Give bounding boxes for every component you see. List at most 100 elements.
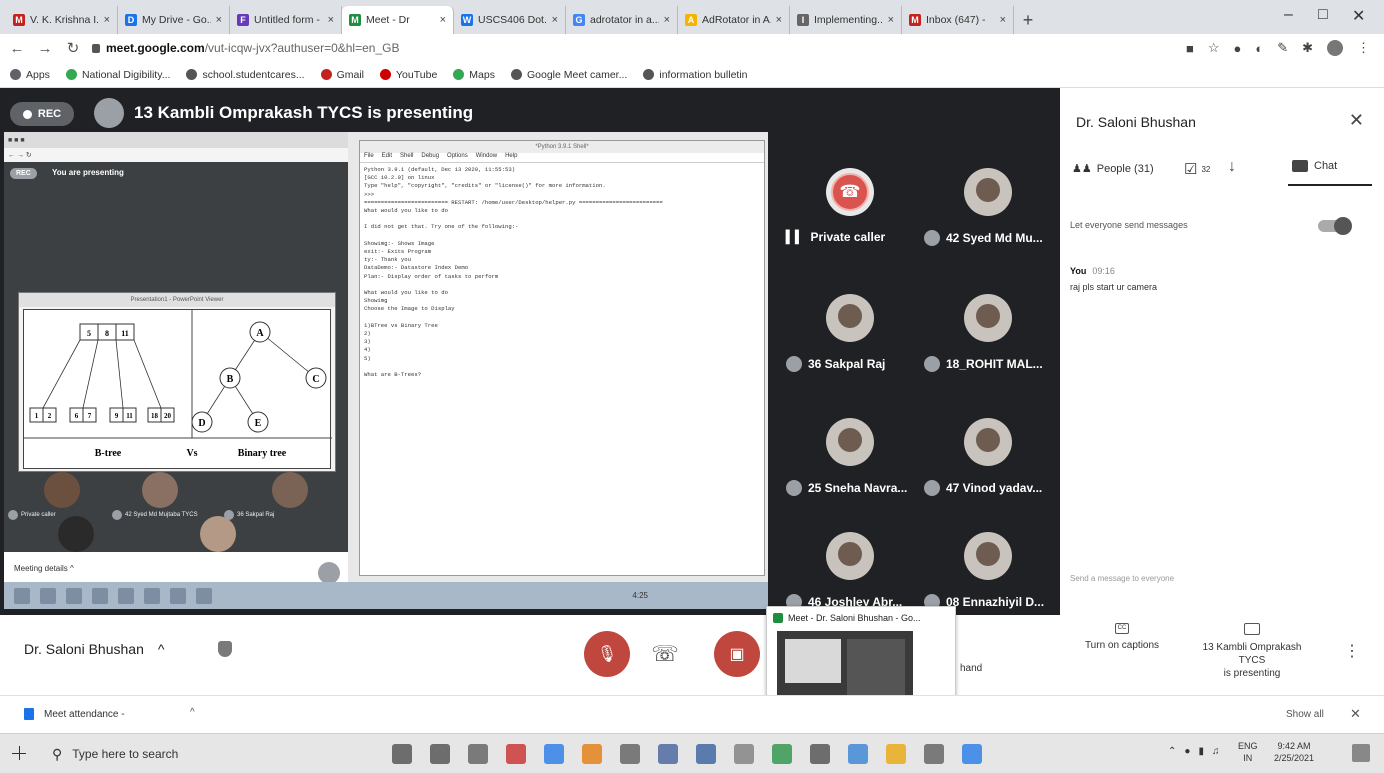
download-arrow-icon[interactable]: ↓ — [1228, 158, 1236, 176]
participant-tile[interactable]: 25 Sneha Navra... — [786, 418, 914, 500]
taskbar-app-icon[interactable] — [582, 744, 602, 764]
taskbar-app-icon[interactable] — [468, 744, 488, 764]
minimize-window-button[interactable]: – — [1284, 6, 1293, 24]
browser-tab[interactable]: D My Drive - Go... × — [118, 6, 230, 34]
tab-people[interactable]: ♟♟ People (31) — [1072, 162, 1154, 176]
download-item[interactable]: Meet attendance - — [24, 708, 125, 720]
taskbar-clock[interactable]: 9:42 AM 2/25/2021 — [1274, 740, 1314, 764]
download-options-chevron-icon[interactable]: ^ — [190, 707, 195, 718]
browser-tab[interactable]: A AdRotator in A... × — [678, 6, 790, 34]
bookmark-item[interactable]: Google Meet camer... — [510, 69, 627, 81]
participant-tile[interactable]: 42 Syed Md Mu... — [924, 168, 1052, 250]
taskbar-app-icon[interactable] — [734, 744, 754, 764]
microphone-toggle-button[interactable]: 🎙 — [584, 631, 630, 677]
close-shelf-button[interactable]: ✕ — [1350, 706, 1361, 722]
browser-tab[interactable]: W USCS406 Dot... × — [454, 6, 566, 34]
taskbar-app-icon[interactable] — [506, 744, 526, 764]
url-path: /vut-icqw-jvx?authuser=0&hl=en_GB — [204, 41, 400, 55]
browser-tab[interactable]: M V. K. Krishna I... × — [6, 6, 118, 34]
close-tab-icon[interactable]: × — [888, 14, 894, 26]
participant-tile[interactable]: 18_ROHIT MAL... — [924, 294, 1052, 376]
bookmark-item[interactable]: Gmail — [320, 69, 364, 81]
tray-chevron-icon[interactable]: ⌃ — [1168, 746, 1176, 757]
taskbar-app-icon[interactable] — [620, 744, 640, 764]
close-panel-button[interactable]: ✕ — [1349, 110, 1364, 131]
participant-tile[interactable]: 47 Vinod yadav... — [924, 418, 1052, 500]
browser-tab[interactable]: I Implementing... × — [790, 6, 902, 34]
language-indicator[interactable]: ENG IN — [1238, 740, 1258, 764]
leave-call-button[interactable]: ☏ — [648, 639, 682, 669]
meeting-details-button[interactable]: Dr. Saloni Bhushan ^ — [24, 641, 164, 657]
browser-tab[interactable]: F Untitled form - × — [230, 6, 342, 34]
bookmark-item[interactable]: YouTube — [380, 69, 437, 81]
close-tab-icon[interactable]: × — [776, 14, 782, 26]
taskbar-app-icon[interactable] — [772, 744, 792, 764]
close-tab-icon[interactable]: × — [104, 14, 110, 26]
taskbar-app-icon[interactable] — [696, 744, 716, 764]
participant-name-row: 18_ROHIT MAL... — [924, 356, 1060, 372]
puzzle-icon[interactable]: ✱ — [1302, 40, 1313, 56]
close-tab-icon[interactable]: × — [216, 14, 222, 26]
chat-input[interactable]: Send a message to everyone — [1070, 574, 1174, 583]
extension-icon[interactable]: ◐ — [1255, 41, 1263, 56]
windows-start-icon[interactable] — [12, 746, 26, 760]
volume-icon[interactable]: ♫ — [1212, 746, 1220, 757]
camera-icon[interactable]: ■ — [1186, 41, 1194, 56]
browser-tab[interactable]: M Inbox (647) - × — [902, 6, 1014, 34]
bookmark-item[interactable]: Maps — [453, 69, 495, 81]
show-all-downloads-link[interactable]: Show all — [1286, 709, 1324, 720]
browser-menu-icon[interactable]: ⋮ — [1357, 40, 1370, 56]
bookmark-item[interactable]: school.studentcares... — [186, 69, 305, 81]
participant-tile[interactable]: 36 Sakpal Raj — [786, 294, 914, 376]
taskbar-app-icon[interactable] — [544, 744, 564, 764]
taskbar-search-box[interactable]: ⚲ Type here to search — [38, 738, 338, 770]
forward-button[interactable]: → — [36, 40, 54, 57]
close-tab-icon[interactable]: × — [1000, 14, 1006, 26]
bookmark-item[interactable]: National Digibility... — [65, 69, 170, 81]
participant-tile[interactable]: 46 Joshley Abr... — [786, 532, 914, 614]
taskbar-app-icon[interactable] — [962, 744, 982, 764]
battery-icon[interactable]: ▮ — [1198, 746, 1204, 757]
network-icon[interactable]: ● — [1184, 746, 1190, 757]
tab-title: Untitled form - — [254, 14, 320, 26]
close-tab-icon[interactable]: × — [552, 14, 558, 26]
bookmark-item[interactable]: Apps — [10, 69, 50, 81]
pen-extension-icon[interactable]: ✎ — [1277, 40, 1288, 56]
participant-tile[interactable]: ☎ ▍▍ Private caller — [786, 168, 914, 250]
taskbar-app-icon[interactable] — [886, 744, 906, 764]
raise-hand-button[interactable]: hand — [960, 663, 982, 674]
captions-button[interactable]: CC Turn on captions — [1072, 623, 1172, 651]
new-tab-button[interactable]: + — [1014, 6, 1042, 34]
presenting-status-button[interactable]: 13 Kambli Omprakash TYCS is presenting — [1192, 623, 1312, 680]
host-controls-shield-icon[interactable] — [218, 641, 232, 657]
close-tab-icon[interactable]: × — [664, 14, 670, 26]
maximize-window-button[interactable]: □ — [1318, 6, 1328, 24]
bookmark-item[interactable]: information bulletin — [643, 69, 748, 81]
taskbar-app-icon[interactable] — [848, 744, 868, 764]
let-everyone-send-toggle[interactable] — [1318, 217, 1352, 235]
taskbar-app-icon[interactable] — [430, 744, 450, 764]
close-tab-icon[interactable]: × — [328, 14, 334, 26]
presenting-line-2: is presenting — [1223, 668, 1281, 679]
address-bar[interactable]: meet.google.com/vut-icqw-jvx?authuser=0&… — [92, 41, 1176, 55]
bookmark-star-icon[interactable]: ☆ — [1208, 40, 1220, 56]
tab-chat[interactable]: Chat — [1292, 160, 1337, 172]
taskbar-app-icon[interactable] — [810, 744, 830, 764]
profile-avatar[interactable] — [1327, 40, 1343, 56]
close-window-button[interactable]: ✕ — [1352, 6, 1365, 26]
tab-title: V. K. Krishna I... — [30, 14, 99, 26]
taskbar-app-icon[interactable] — [924, 744, 944, 764]
back-button[interactable]: ← — [8, 40, 26, 57]
notification-center-icon[interactable] — [1352, 744, 1370, 762]
close-tab-icon[interactable]: × — [440, 14, 446, 26]
camera-toggle-button[interactable]: ▣ — [714, 631, 760, 677]
taskbar-app-icon[interactable] — [658, 744, 678, 764]
browser-tab[interactable]: M Meet - Dr × — [342, 6, 454, 34]
reload-button[interactable]: ↻ — [64, 39, 82, 57]
more-options-icon[interactable]: ⋮ — [1344, 641, 1360, 661]
extension-icon[interactable]: ● — [1233, 41, 1241, 56]
participant-tile[interactable]: 08 Ennazhiyil D... — [924, 532, 1052, 614]
taskbar-app-icon[interactable] — [392, 744, 412, 764]
tab-activities[interactable]: ☑ 32 — [1184, 160, 1210, 178]
browser-tab[interactable]: Gadrotator in a... × — [566, 6, 678, 34]
